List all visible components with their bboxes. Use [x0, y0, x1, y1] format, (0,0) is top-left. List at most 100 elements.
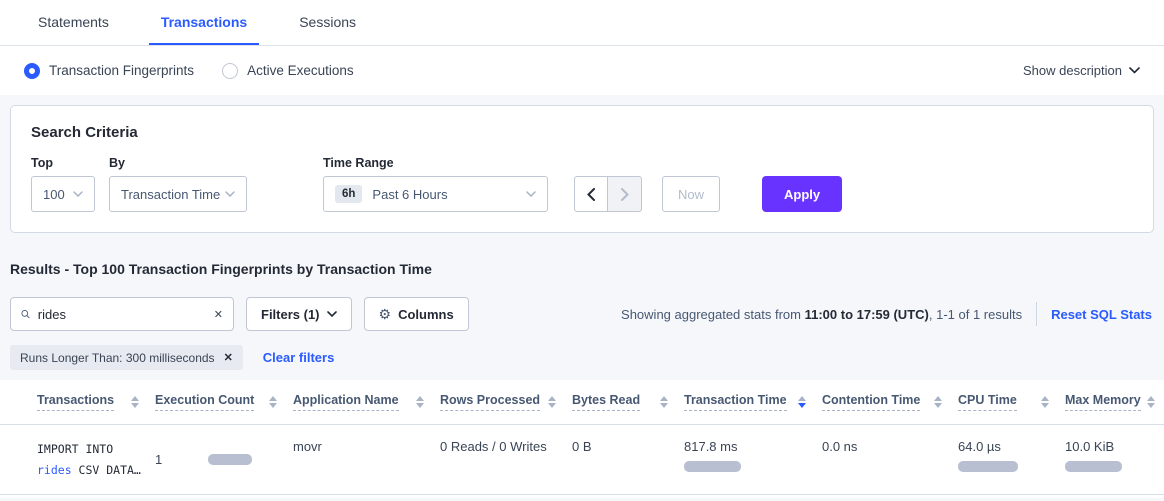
showing-time-range: 11:00 to 17:59 (UTC) [805, 307, 929, 322]
max-memory-cell: 10.0 KiB [1065, 425, 1164, 494]
showing-suffix: , 1-1 of 1 results [929, 307, 1022, 322]
column-header-bytes-read[interactable]: Bytes Read [572, 380, 684, 424]
time-range-select[interactable]: 6h Past 6 Hours [323, 176, 548, 212]
column-label: Execution Count [155, 393, 254, 411]
sort-icons [660, 396, 668, 408]
showing-prefix: Showing aggregated stats from [621, 307, 805, 322]
column-label: Max Memory [1065, 393, 1141, 411]
top-label: Top [31, 156, 95, 170]
time-range-value: Past 6 Hours [372, 187, 526, 202]
sort-icons [548, 396, 556, 408]
sort-icons [934, 396, 942, 408]
column-label: Application Name [293, 393, 399, 411]
results-controls: ✕ Filters (1) ⚙ Columns Showing aggregat… [10, 297, 1154, 331]
contention-time-cell: 0.0 ns [822, 425, 958, 494]
column-header-rows-processed[interactable]: Rows Processed [440, 380, 572, 424]
column-header-execution-count[interactable]: Execution Count [155, 380, 293, 424]
filters-button[interactable]: Filters (1) [246, 297, 352, 331]
by-select[interactable]: Transaction Time [109, 176, 247, 212]
column-label: Contention Time [822, 393, 920, 411]
sort-icons [1147, 396, 1155, 408]
statement-line-2: rides CSV DATA… [37, 460, 139, 481]
column-label: Transaction Time [684, 393, 787, 411]
clear-filters-link[interactable]: Clear filters [263, 350, 335, 365]
now-button[interactable]: Now [662, 176, 720, 212]
sort-icons [269, 396, 277, 408]
transaction-time-value: 817.8 ms [684, 439, 806, 454]
columns-button[interactable]: ⚙ Columns [364, 297, 469, 331]
show-description-label: Show description [1023, 63, 1122, 78]
tab-statements[interactable]: Statements [26, 14, 121, 45]
filter-chip-label: Runs Longer Than: 300 milliseconds [20, 351, 215, 365]
transaction-time-bar [684, 461, 741, 472]
time-window-nav [574, 176, 642, 212]
max-memory-bar [1065, 461, 1122, 472]
column-header-transactions[interactable]: Transactions [37, 380, 155, 424]
sort-icons [1041, 396, 1049, 408]
cpu-time-value: 64.0 µs [958, 439, 1049, 454]
time-range-label: Time Range [323, 156, 548, 170]
sort-icons [131, 396, 139, 408]
cpu-time-bar [958, 461, 1018, 472]
bytes-read-cell: 0 B [572, 425, 684, 494]
vertical-divider [1036, 302, 1037, 326]
chevron-down-icon [327, 311, 337, 317]
rows-processed-cell: 0 Reads / 0 Writes [440, 425, 572, 494]
tab-sessions[interactable]: Sessions [287, 14, 368, 45]
search-icon [21, 307, 30, 321]
sort-icons [416, 396, 424, 408]
search-criteria-title: Search Criteria [31, 124, 1133, 141]
results-search-box: ✕ [10, 297, 234, 331]
transactions-table: Transactions Execution Count Application… [0, 380, 1164, 498]
by-field: By Transaction Time [109, 156, 247, 212]
clear-search-icon[interactable]: ✕ [214, 308, 223, 321]
column-header-application-name[interactable]: Application Name [293, 380, 440, 424]
radio-active-executions[interactable]: Active Executions [222, 63, 354, 79]
search-input[interactable] [38, 307, 214, 322]
max-memory-value: 10.0 KiB [1065, 439, 1148, 454]
previous-time-window-button[interactable] [574, 176, 608, 212]
sql-activity-tabs: Statements Transactions Sessions [0, 0, 1164, 46]
cpu-time-cell: 64.0 µs [958, 425, 1065, 494]
apply-button[interactable]: Apply [762, 176, 842, 212]
search-criteria-card: Search Criteria Top 100 By Transaction T… [10, 105, 1154, 233]
column-header-contention-time[interactable]: Contention Time [822, 380, 958, 424]
radio-unselected-icon [222, 63, 238, 79]
sort-icons-active-desc [798, 396, 806, 408]
active-filters-row: Runs Longer Than: 300 milliseconds ✕ Cle… [10, 345, 1154, 370]
by-select-value: Transaction Time [121, 187, 225, 202]
transaction-fingerprint-link[interactable]: IMPORT INTO rides CSV DATA… [37, 425, 155, 494]
time-range-field: Time Range 6h Past 6 Hours [323, 156, 548, 212]
column-label: CPU Time [958, 393, 1017, 411]
statement-line-1: IMPORT INTO [37, 439, 139, 460]
chevron-down-icon [1129, 67, 1140, 74]
column-header-transaction-time[interactable]: Transaction Time [684, 380, 822, 424]
table-row: IMPORT INTO rides CSV DATA… 1 movr 0 Rea… [0, 425, 1164, 495]
execution-count-cell: 1 [155, 425, 293, 494]
chevron-left-icon [587, 188, 595, 201]
execution-count-value: 1 [155, 452, 162, 467]
top-select[interactable]: 100 [31, 176, 95, 212]
top-field: Top 100 [31, 156, 95, 212]
gear-icon: ⚙ [379, 306, 392, 323]
time-range-badge: 6h [335, 185, 362, 203]
remove-filter-icon[interactable]: ✕ [224, 351, 233, 364]
filters-button-label: Filters (1) [261, 307, 320, 322]
next-time-window-button[interactable] [608, 176, 642, 212]
tab-transactions[interactable]: Transactions [149, 14, 259, 45]
radio-label: Active Executions [247, 63, 354, 78]
results-heading: Results - Top 100 Transaction Fingerprin… [10, 261, 1154, 277]
chevron-right-icon [621, 188, 629, 201]
radio-label: Transaction Fingerprints [49, 63, 194, 78]
radio-selected-icon [24, 63, 40, 79]
radio-transaction-fingerprints[interactable]: Transaction Fingerprints [24, 63, 194, 79]
reset-sql-stats-link[interactable]: Reset SQL Stats [1051, 307, 1154, 322]
column-header-cpu-time[interactable]: CPU Time [958, 380, 1065, 424]
statement-line-2-rest: CSV DATA… [72, 463, 141, 477]
show-description-toggle[interactable]: Show description [1023, 63, 1140, 78]
execution-count-bar [208, 454, 252, 465]
filter-chip-runs-longer-than: Runs Longer Than: 300 milliseconds ✕ [10, 345, 243, 370]
chevron-down-icon [225, 191, 235, 197]
column-header-max-memory[interactable]: Max Memory [1065, 380, 1164, 424]
statement-keyword: rides [37, 463, 72, 477]
